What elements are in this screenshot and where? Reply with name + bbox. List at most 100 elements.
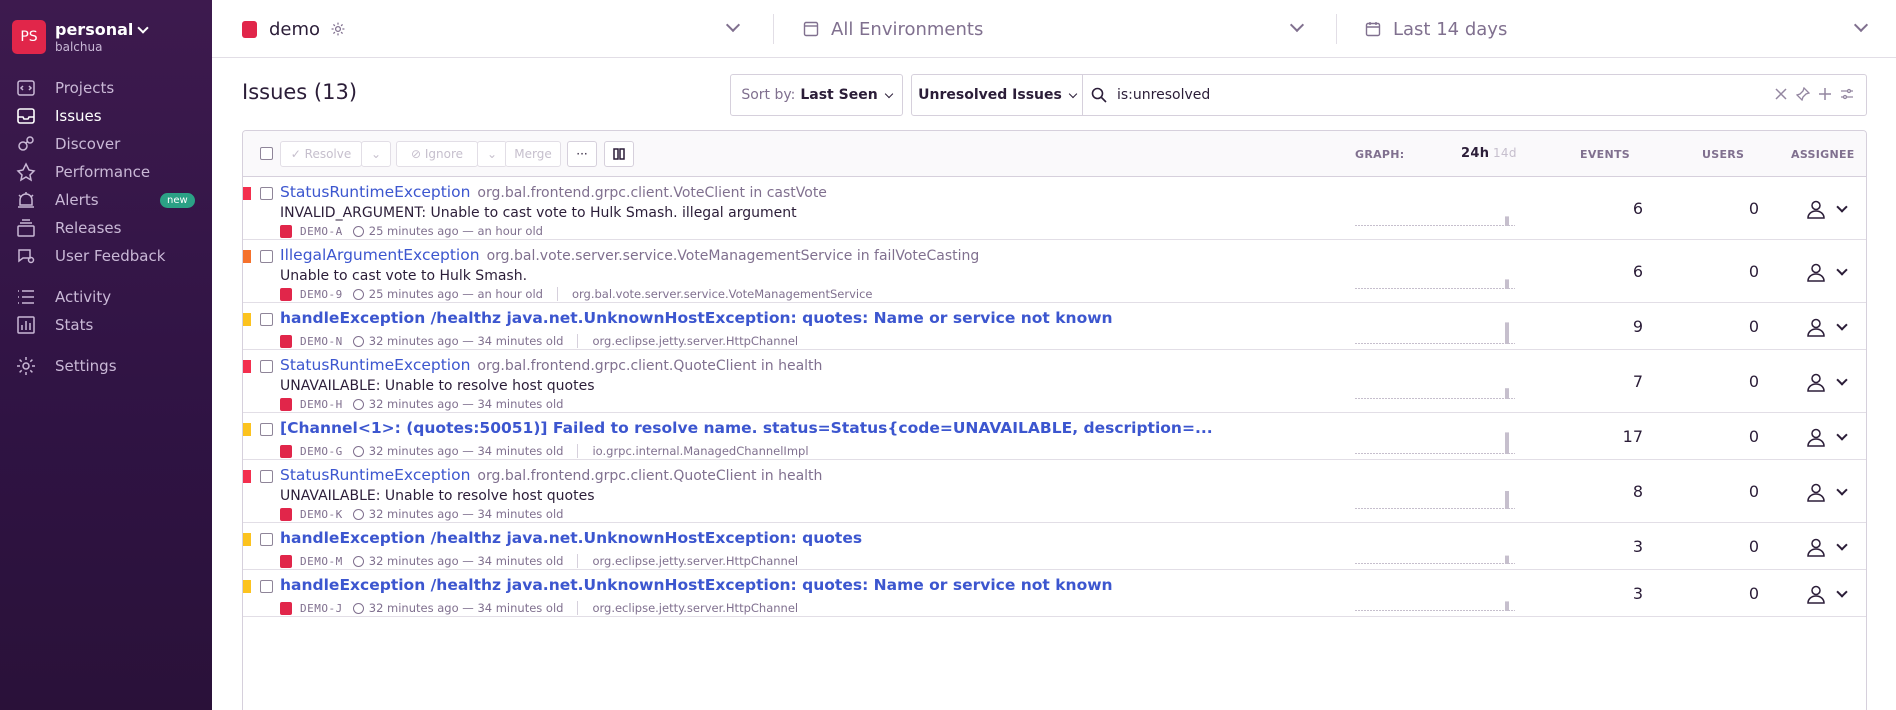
resolve-button[interactable]: ✓ Resolve xyxy=(280,141,362,167)
users-count: 0 xyxy=(1748,261,1759,281)
row-checkbox[interactable] xyxy=(260,313,273,326)
users-count: 0 xyxy=(1748,426,1759,446)
issue-short-id[interactable]: DEMO-K xyxy=(300,508,343,521)
meta-divider xyxy=(577,444,579,458)
graph-24h-toggle[interactable]: 24h xyxy=(1461,146,1489,161)
assignee-selector[interactable] xyxy=(1806,198,1852,220)
more-actions-button[interactable]: ··· xyxy=(567,141,597,167)
org-switcher[interactable]: PS personal balchua xyxy=(12,20,150,54)
issue-title-link[interactable]: StatusRuntimeException xyxy=(280,466,470,484)
issue-short-id[interactable]: DEMO-J xyxy=(300,602,343,615)
graph-14d-toggle[interactable]: 14d xyxy=(1493,146,1517,160)
row-checkbox[interactable] xyxy=(260,580,273,593)
ignore-dropdown-button[interactable]: ⌄ xyxy=(477,141,507,167)
issue-short-id[interactable]: DEMO-N xyxy=(300,335,343,348)
close-icon[interactable] xyxy=(1774,87,1788,101)
new-badge: new xyxy=(160,192,195,208)
java-platform-icon xyxy=(280,601,292,615)
users-count: 0 xyxy=(1748,481,1759,501)
issue-title-line: StatusRuntimeException org.bal.frontend.g… xyxy=(280,466,822,484)
assignee-selector[interactable] xyxy=(1806,316,1852,338)
priority-indicator xyxy=(243,470,251,483)
issue-title-link[interactable]: handleException /healthz java.net.Unknow… xyxy=(280,529,862,547)
table-row[interactable]: StatusRuntimeException org.bal.frontend.g… xyxy=(243,350,1866,413)
priority-indicator xyxy=(243,533,251,546)
row-checkbox[interactable] xyxy=(260,250,273,263)
chevron-down-icon[interactable] xyxy=(1289,17,1305,33)
sort-dropdown[interactable]: Sort by: Last Seen xyxy=(730,74,903,116)
saved-search-dropdown[interactable]: Unresolved Issues xyxy=(911,74,1083,116)
users-count: 0 xyxy=(1748,316,1759,336)
divider xyxy=(1336,14,1337,44)
time-range-selector[interactable]: Last 14 days xyxy=(1365,16,1507,42)
issue-short-id[interactable]: DEMO-A xyxy=(300,225,343,238)
row-checkbox[interactable] xyxy=(260,187,273,200)
chevron-down-icon xyxy=(1836,483,1848,496)
issue-time: 32 minutes ago — 34 minutes old xyxy=(368,397,564,411)
sparkline-bar xyxy=(1505,321,1509,344)
sidebar-item-settings[interactable]: Settings xyxy=(0,350,212,382)
issue-title-line: StatusRuntimeException org.bal.frontend.g… xyxy=(280,183,827,201)
select-all-checkbox[interactable] xyxy=(260,147,273,160)
table-row[interactable]: handleException /healthz java.net.Unknow… xyxy=(243,570,1866,617)
assignee-selector[interactable] xyxy=(1806,481,1852,503)
meta-divider xyxy=(577,554,579,568)
environment-selector[interactable]: All Environments xyxy=(803,16,983,42)
project-selector[interactable]: demo xyxy=(242,16,346,42)
sort-label: Sort by: xyxy=(741,87,796,103)
pin-icon[interactable] xyxy=(1796,87,1810,101)
settings-icon xyxy=(15,355,37,377)
user-icon xyxy=(1807,538,1825,557)
sliders-icon[interactable] xyxy=(1840,87,1854,101)
chevron-down-icon[interactable] xyxy=(1853,17,1869,33)
resolve-dropdown-button[interactable]: ⌄ xyxy=(361,141,391,167)
table-row[interactable]: IllegalArgumentException org.bal.vote.ser… xyxy=(243,240,1866,303)
assignee-selector[interactable] xyxy=(1806,261,1852,283)
issue-title-link[interactable]: StatusRuntimeException xyxy=(280,183,470,201)
search-icon xyxy=(1091,87,1107,103)
add-icon[interactable] xyxy=(1818,87,1832,101)
assignee-selector[interactable] xyxy=(1806,426,1852,448)
table-row[interactable]: [Channel<1>: (quotes:50051)] Failed to r… xyxy=(243,413,1866,460)
row-checkbox[interactable] xyxy=(260,470,273,483)
table-row[interactable]: StatusRuntimeException org.bal.frontend.g… xyxy=(243,460,1866,523)
gear-icon[interactable] xyxy=(330,21,346,37)
assignee-selector[interactable] xyxy=(1806,536,1852,558)
issue-title-link[interactable]: StatusRuntimeException xyxy=(280,356,470,374)
chevron-down-icon[interactable] xyxy=(725,17,741,33)
chevron-down-icon xyxy=(1836,428,1848,441)
issue-logger: io.grpc.internal.ManagedChannelImpl xyxy=(592,444,809,458)
sidebar-item-user-feedback[interactable]: User Feedback xyxy=(0,240,212,272)
table-row[interactable]: StatusRuntimeException org.bal.frontend.g… xyxy=(243,177,1866,240)
issue-short-id[interactable]: DEMO-H xyxy=(300,398,343,411)
issue-meta: DEMO-K 32 minutes ago — 34 minutes old xyxy=(280,506,563,522)
issue-title-line: [Channel<1>: (quotes:50051)] Failed to r… xyxy=(280,419,1213,437)
issue-title-link[interactable]: IllegalArgumentException xyxy=(280,246,480,264)
merge-button[interactable]: Merge xyxy=(505,141,561,167)
issue-title-link[interactable]: handleException /healthz java.net.Unknow… xyxy=(280,309,1113,327)
sidebar-item-stats[interactable]: Stats xyxy=(0,309,212,341)
column-toggle-button[interactable] xyxy=(604,141,634,167)
row-checkbox[interactable] xyxy=(260,423,273,436)
clock-icon xyxy=(352,225,364,237)
row-checkbox[interactable] xyxy=(260,360,273,373)
assignee-selector[interactable] xyxy=(1806,371,1852,393)
event-sparkline xyxy=(1355,387,1515,399)
graph-header: GRAPH: xyxy=(1355,148,1405,161)
issue-short-id[interactable]: DEMO-G xyxy=(300,445,343,458)
issue-meta: DEMO-H 32 minutes ago — 34 minutes old xyxy=(280,396,563,412)
assignee-selector[interactable] xyxy=(1806,583,1852,605)
issue-title-link[interactable]: [Channel<1>: (quotes:50051)] Failed to r… xyxy=(280,419,1213,437)
issue-message: INVALID_ARGUMENT: Unable to cast vote to… xyxy=(280,205,797,221)
project-platform-icon xyxy=(242,20,257,38)
table-row[interactable]: handleException /healthz java.net.Unknow… xyxy=(243,523,1866,570)
issue-short-id[interactable]: DEMO-M xyxy=(300,555,343,568)
search-input[interactable] xyxy=(1117,87,1757,103)
table-row[interactable]: handleException /healthz java.net.Unknow… xyxy=(243,303,1866,350)
ignore-button[interactable]: ⊘ Ignore xyxy=(396,141,478,167)
issue-title-link[interactable]: handleException /healthz java.net.Unknow… xyxy=(280,576,1113,594)
row-checkbox[interactable] xyxy=(260,533,273,546)
issue-meta: DEMO-A 25 minutes ago — an hour old xyxy=(280,223,543,239)
issue-short-id[interactable]: DEMO-9 xyxy=(300,288,343,301)
users-count: 0 xyxy=(1748,583,1759,603)
